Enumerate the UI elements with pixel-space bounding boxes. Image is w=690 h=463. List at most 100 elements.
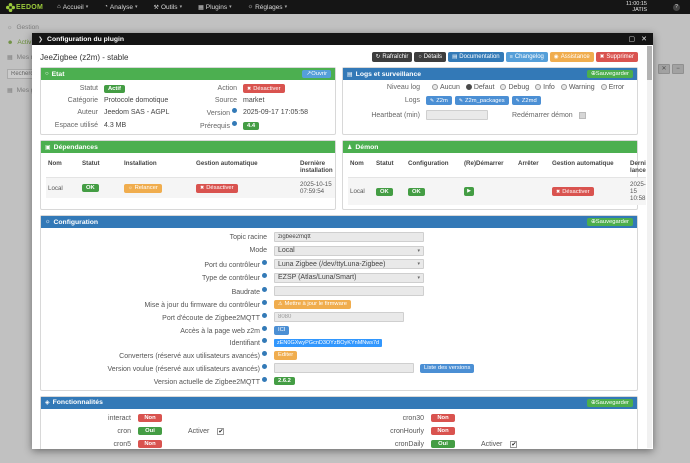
menu-label: Plugins [205,3,228,11]
scrollbar-thumb[interactable] [647,46,652,80]
disable-auto-demon-button[interactable]: ✖ Désactiver [552,187,594,196]
field-label: Version actuelle de Zigbee2MQTT [46,376,274,386]
versions-list-button[interactable]: Liste des versions [420,363,475,373]
refresh-button[interactable]: ↻ Rafraîchir [371,52,413,62]
z2m-web-link-button[interactable]: ICI [274,325,290,335]
restart-demon-label: Redémarrer démon [512,111,573,119]
identifiant-value[interactable]: zEN0GXwyPGcnD3OYzBOyKYnMNws7d [274,338,383,347]
menu-label: Accueil [62,3,84,11]
help-menu-icon[interactable]: ? [673,3,680,11]
assistance-button[interactable]: ◉ Assistance [549,52,594,62]
demon-config-badge: OK [408,187,425,196]
heartbeat-input[interactable] [426,110,488,120]
help-icon[interactable] [262,338,267,343]
menu-outils[interactable]: ⚒ Outils ▾ [154,4,183,11]
help-icon[interactable] [262,363,267,369]
type-controleur-select[interactable]: EZSP (Atlas/Luna/Smart) ▾ [274,272,424,283]
heartbeat-label: Heartbeat (min) [371,111,420,119]
button-label: Relancer [134,185,158,191]
help-icon[interactable] [262,376,267,382]
panel-title: Fonctionnalités [52,399,103,406]
chevron-down-icon: ▾ [284,4,288,10]
save-config-button[interactable]: ⊕ Sauvegarder [586,218,633,226]
save-logs-button[interactable]: ⊕ Sauvegarder [586,70,633,78]
log-z2m-button[interactable]: ✎ Z2m [426,96,452,105]
maximize-icon[interactable]: ▢ [629,36,636,43]
gear-icon: ☼ [247,4,254,10]
help-icon[interactable] [262,259,267,265]
radio-error[interactable] [600,84,607,90]
features-left-column: interactNon cronOuiActiver✔ cron5Non cro… [46,413,339,450]
menu-reglages[interactable]: ☼ Réglages ▾ [248,4,287,11]
help-icon[interactable] [262,325,267,331]
feature-toggle[interactable]: Non [138,440,162,448]
relaunch-dependencies-button[interactable]: ☼ Relancer [124,183,162,193]
disable-plugin-button[interactable]: ✖ Désactiver [243,84,285,93]
restart-demon-checkbox[interactable] [578,111,586,119]
menu-accueil[interactable]: ⌂ Accueil ▾ [57,4,88,11]
firmware-update-button[interactable]: ⚠ Mettre à jour le firmware [274,299,351,309]
save-features-button[interactable]: ⊕ Sauvegarder [586,398,633,407]
pencil-icon: ✎ [515,97,520,104]
jeedom-logo-icon [6,2,15,12]
log-z2m-packages-button[interactable]: ✎ Z2m_packages [454,96,509,105]
button-label: Z2m [436,97,448,104]
book-icon: ▤ [452,54,458,60]
version-voulue-input[interactable] [274,363,414,373]
espace-value: 4.3 MB [104,122,127,129]
selected-value: EZSP (Atlas/Luna/Smart) [278,274,357,281]
button-label: Z2md [521,97,537,104]
open-button[interactable]: ↗ Ouvrir [302,70,331,78]
feature-checkbox[interactable]: ✔ [217,427,225,435]
radio-debug[interactable] [500,84,507,90]
button-label: Documentation [459,54,500,60]
feature-toggle[interactable]: Oui [138,427,162,435]
mode-select[interactable]: Local ▾ [274,245,424,256]
prerequis-label: Prérequis [191,121,243,130]
help-icon[interactable] [232,121,237,126]
z2m-port-input[interactable] [274,312,404,322]
feature-label: cronDaily [394,440,424,448]
details-button[interactable]: ○ Détails [414,52,447,62]
radio-defaut[interactable] [465,84,472,90]
feature-toggle[interactable]: Non [431,414,455,422]
feature-toggle[interactable]: Non [138,414,162,422]
jeedom-logo[interactable]: EEDOM [6,2,43,12]
close-icon[interactable]: ✕ [641,36,647,43]
button-label: Ouvrir [311,71,327,77]
screen: EEDOM ⌂ Accueil ▾ ◔ Analyse ▾ ⚒ Outils ▾… [0,0,690,463]
converters-edit-button[interactable]: Editer [274,350,298,360]
port-controleur-select[interactable]: Luna Zigbee (/dev/ttyLuna-Zigbee) ▾ [274,259,424,269]
menu-analyse[interactable]: ◔ Analyse ▾ [104,4,137,11]
modal-scrollbar[interactable] [647,46,652,448]
help-icon[interactable] [262,299,267,305]
radio-aucun[interactable] [432,84,438,90]
delete-button[interactable]: ✖ Supprimer [595,52,638,62]
radio-warning[interactable] [560,84,567,90]
help-icon[interactable] [262,350,267,356]
categorie-value: Protocole domotique [104,97,169,104]
disable-auto-dep-button[interactable]: ✖ Désactiver [196,183,238,193]
col-header: Statut [80,157,122,178]
radio-info[interactable] [535,84,542,90]
plugin-config-modal: ❯ Configuration du plugin ▢ ✕ JeeZigbee … [32,33,653,449]
start-demon-button[interactable]: ▶ [464,187,474,196]
logs-label: Logs [404,97,420,104]
changelog-button[interactable]: ≡ Changelog [505,52,548,62]
help-icon[interactable] [262,312,267,318]
feature-toggle[interactable]: Oui [431,440,455,448]
help-icon[interactable] [232,108,237,113]
help-icon[interactable] [262,273,267,278]
menu-plugins[interactable]: ▦ Plugins ▾ [198,4,232,11]
espace-label: Espace utilisé [54,122,98,129]
button-label: Changelog [514,54,544,60]
baudrate-input[interactable] [274,286,424,296]
feature-toggle[interactable]: Non [431,427,455,435]
activer-label: Activer [188,427,210,435]
log-z2md-button[interactable]: ✎ Z2md [511,96,541,105]
stop-demon-cell [516,178,550,205]
help-icon[interactable] [262,286,267,292]
topic-racine-input[interactable] [274,232,424,242]
documentation-button[interactable]: ▤ Documentation [448,52,504,62]
feature-checkbox[interactable]: ✔ [510,440,518,448]
